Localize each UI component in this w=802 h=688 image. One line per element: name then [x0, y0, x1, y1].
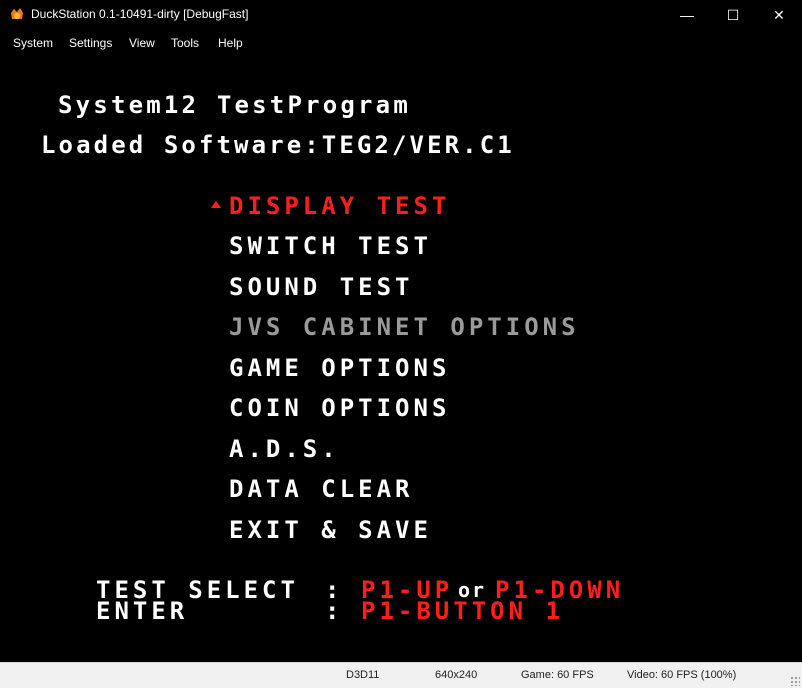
- menu-option-sound-test[interactable]: SOUND TEST: [229, 274, 414, 300]
- minimize-button[interactable]: —: [664, 0, 710, 32]
- loaded-software-label: Loaded Software:TEG2/VER.C1: [41, 131, 515, 159]
- selection-arrow-icon: [211, 201, 221, 208]
- menu-option-exit-save[interactable]: EXIT & SAVE: [229, 517, 432, 543]
- menu-view[interactable]: View: [129, 36, 155, 50]
- menu-option-ads[interactable]: A.D.S.: [229, 436, 340, 462]
- status-renderer: D3D11: [346, 669, 380, 681]
- menu-option-jvs-cabinet-options: JVS CABINET OPTIONS: [229, 313, 580, 341]
- help-enter-label: ENTER: [96, 597, 189, 625]
- status-resolution: 640x240: [435, 669, 478, 681]
- menu-settings[interactable]: Settings: [69, 36, 112, 50]
- menu-option-data-clear[interactable]: DATA CLEAR: [229, 476, 414, 502]
- duck-app-icon: [11, 8, 23, 19]
- status-game-fps: Game: 60 FPS: [521, 669, 594, 681]
- help-p1-button-1: P1-BUTTON 1: [361, 597, 564, 625]
- window-title: DuckStation 0.1-10491-dirty [DebugFast]: [31, 7, 249, 21]
- resize-grip-icon[interactable]: [790, 676, 800, 686]
- menu-option-display-test[interactable]: DISPLAY TEST: [229, 193, 450, 219]
- duckstation-window: DuckStation 0.1-10491-dirty [DebugFast] …: [0, 0, 802, 688]
- menu-tools[interactable]: Tools: [171, 36, 199, 50]
- title-bar[interactable]: DuckStation 0.1-10491-dirty [DebugFast] …: [0, 0, 802, 32]
- help-colon-2: :: [325, 597, 344, 625]
- menu-option-switch-test[interactable]: SWITCH TEST: [229, 233, 432, 259]
- menu-help[interactable]: Help: [218, 36, 243, 50]
- status-video-fps: Video: 60 FPS (100%): [627, 669, 737, 681]
- game-display[interactable]: System12 TestProgram Loaded Software:TEG…: [0, 55, 802, 662]
- menu-system[interactable]: System: [13, 36, 53, 50]
- menu-option-coin-options[interactable]: COIN OPTIONS: [229, 395, 450, 421]
- status-bar: D3D11 640x240 Game: 60 FPS Video: 60 FPS…: [0, 662, 802, 688]
- menu-option-game-options[interactable]: GAME OPTIONS: [229, 355, 450, 381]
- maximize-button[interactable]: ☐: [710, 0, 756, 32]
- menu-bar: System Settings View Tools Help: [0, 32, 802, 54]
- close-button[interactable]: ✕: [756, 0, 802, 32]
- test-program-title: System12 TestProgram: [58, 91, 411, 119]
